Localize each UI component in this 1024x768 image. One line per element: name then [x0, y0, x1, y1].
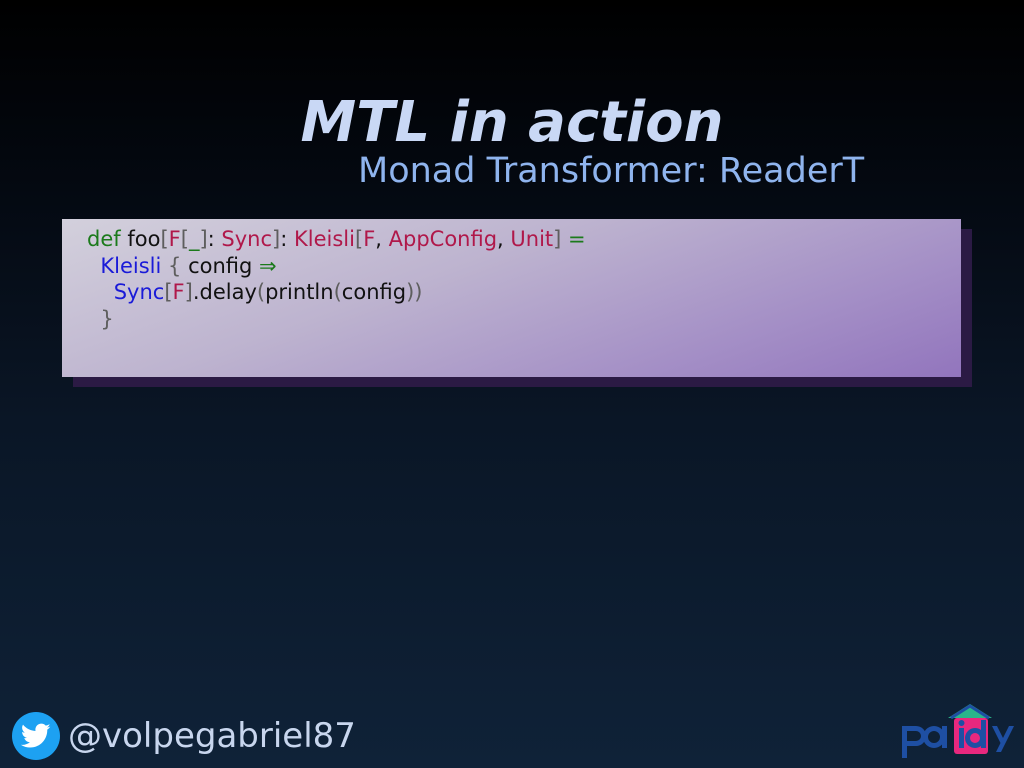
code-token: config: [181, 253, 260, 278]
code-token: AppConfig: [388, 227, 498, 251]
code-token: F: [172, 280, 185, 304]
code-token: F: [168, 227, 181, 251]
code-token: _: [188, 227, 200, 251]
code-token: :: [207, 227, 222, 251]
slide: MTL in action Monad Transformer: ReaderT…: [0, 0, 1024, 768]
slide-subtitle: Monad Transformer: ReaderT: [358, 151, 865, 191]
paidy-logo: [898, 696, 1016, 764]
code-token: [: [180, 227, 189, 251]
code-token: def: [87, 227, 121, 251]
code-token: Sync: [221, 227, 273, 251]
code-token: [: [354, 227, 364, 251]
code-line: def foo[F[_]: Sync]: Kleisli[F, AppConfi…: [87, 226, 961, 253]
twitter-handle-text: @volpegabriel87: [68, 716, 356, 756]
code-token: Kleisli: [100, 253, 162, 278]
code-token: =: [568, 227, 586, 251]
code-token: [: [160, 227, 169, 251]
slide-title: MTL in action: [300, 90, 724, 155]
code-token: (: [333, 280, 342, 304]
code-token: Kleisli: [294, 227, 355, 251]
code-line: Sync[F].delay(println(config)): [87, 279, 961, 306]
code-token: ]: [184, 280, 193, 304]
code-token: :: [280, 227, 294, 251]
code-token: .delay: [192, 280, 257, 304]
code-token: )): [406, 280, 423, 304]
code-token: ]: [272, 227, 281, 251]
code-token: Unit: [510, 227, 554, 251]
code-token: println: [265, 280, 334, 304]
code-token: ]: [199, 227, 208, 251]
code-token: Sync: [113, 280, 165, 304]
code-token: (: [256, 280, 266, 304]
code-line: Kleisli { config ⇒: [87, 253, 961, 280]
code-token: F: [363, 227, 376, 251]
code-token: ,: [497, 227, 511, 251]
code-token: [: [164, 280, 173, 304]
code-token: ⇒: [259, 253, 277, 278]
code-block: def foo[F[_]: Sync]: Kleisli[F, AppConfi…: [62, 219, 961, 377]
code-token: config: [341, 280, 407, 304]
code-token: }: [100, 306, 114, 331]
code-token: {: [168, 253, 182, 278]
code-token: ,: [375, 227, 389, 251]
twitter-handle: @volpegabriel87: [12, 712, 356, 760]
code-line: }: [87, 306, 961, 333]
code-token: foo: [127, 227, 161, 251]
twitter-bird-icon: [12, 712, 60, 760]
